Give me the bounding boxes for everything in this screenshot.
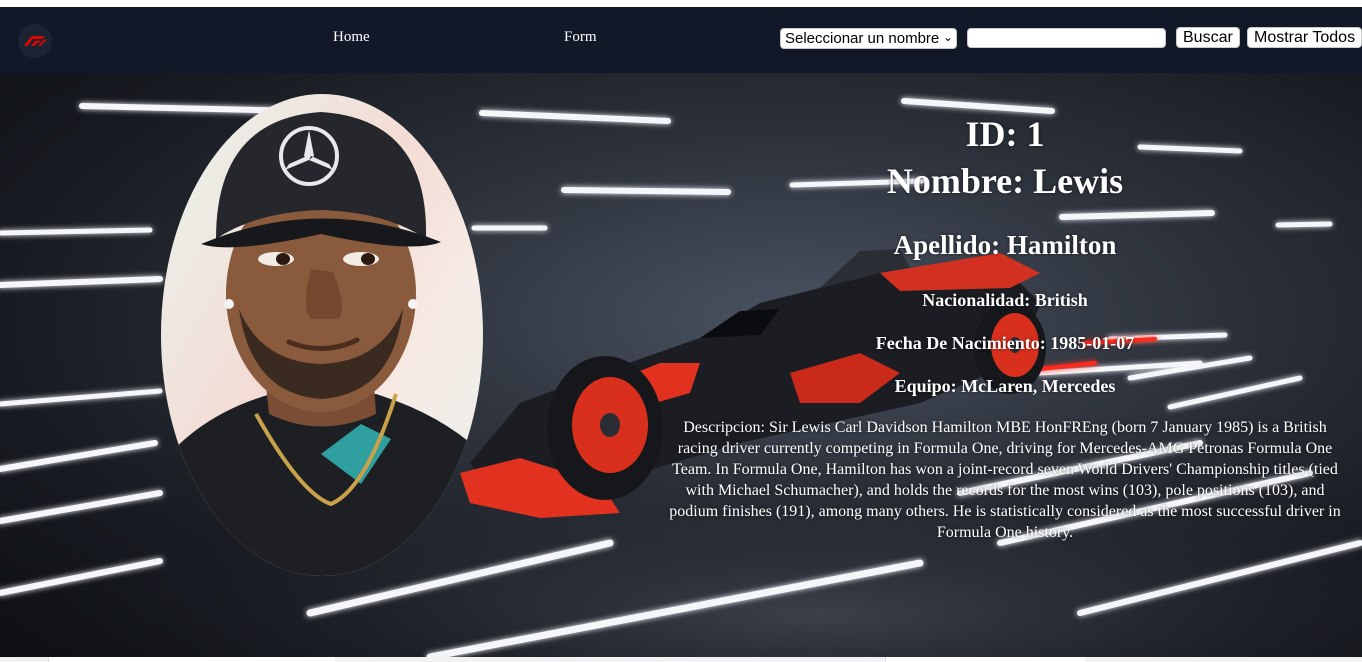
search-input[interactable]: [967, 28, 1166, 48]
next-card-edge: [885, 657, 1085, 662]
next-card-edge: [48, 657, 335, 662]
nav-home-link[interactable]: Home: [333, 29, 370, 46]
driver-name-select[interactable]: Seleccionar un nombre ⌄: [780, 28, 957, 49]
driver-fecha-nacimiento: Fecha De Nacimiento: 1985-01-07: [875, 333, 1135, 353]
driver-id: ID: 1: [965, 114, 1045, 154]
driver-portrait: [161, 94, 483, 576]
driver-nacionalidad: Nacionalidad: British: [922, 290, 1088, 310]
driver-descripcion: Descripcion: Sir Lewis Carl Davidson Ham…: [669, 419, 1341, 541]
select-value: Seleccionar un nombre: [785, 30, 940, 47]
f1-logo-icon[interactable]: [18, 24, 52, 58]
navbar: Home Form Seleccionar un nombre ⌄ Buscar…: [0, 7, 1362, 73]
chevron-down-icon: ⌄: [942, 30, 953, 44]
driver-nombre: Nombre: Lewis: [886, 161, 1124, 201]
driver-equipo: Equipo: McLaren, Mercedes: [894, 376, 1116, 396]
show-all-button[interactable]: Mostrar Todos: [1247, 27, 1362, 48]
top-strip: [0, 0, 1362, 7]
driver-detail-hero: ID: 1 Nombre: Lewis Apellido: Hamilton N…: [0, 73, 1362, 657]
driver-apellido: Apellido: Hamilton: [893, 230, 1117, 260]
search-button[interactable]: Buscar: [1176, 27, 1240, 48]
bottom-strip: [0, 657, 1362, 662]
nav-form-link[interactable]: Form: [564, 29, 597, 46]
